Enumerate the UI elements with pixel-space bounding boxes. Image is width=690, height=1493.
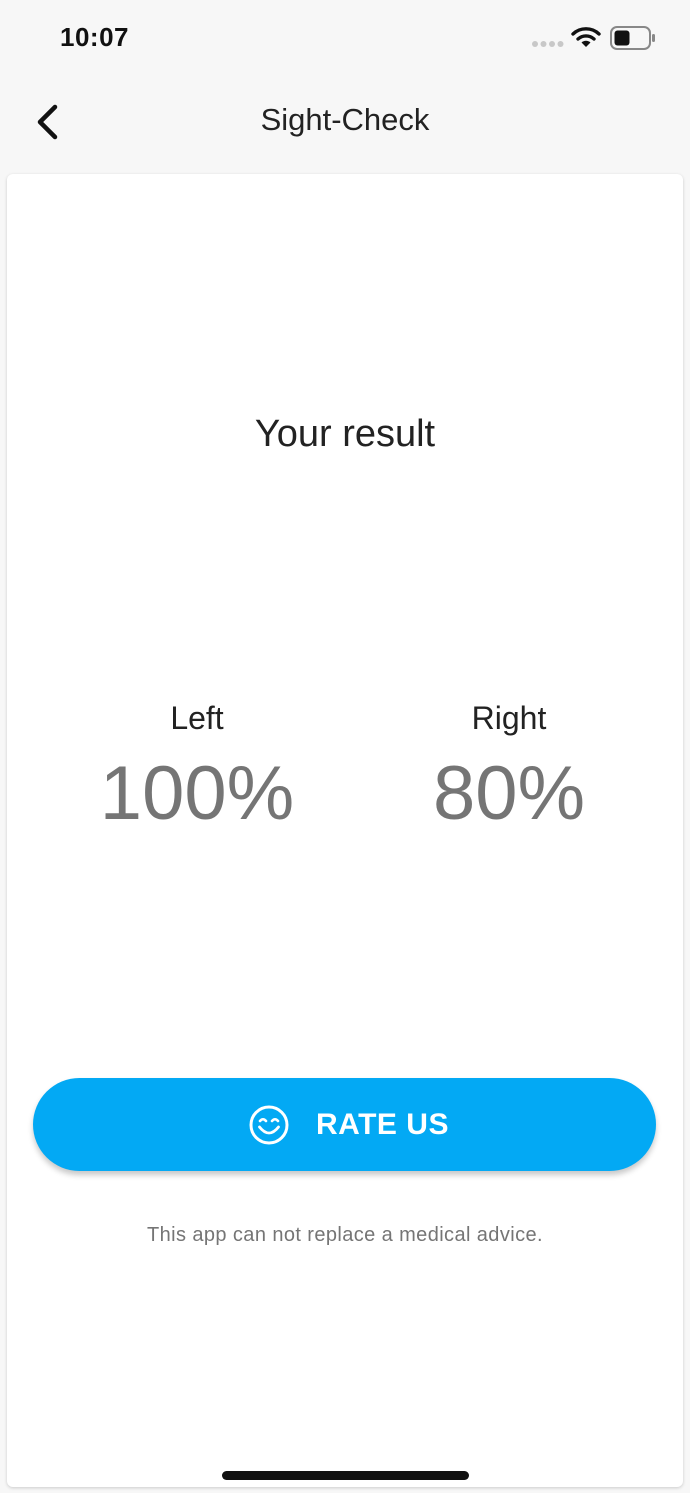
rate-us-label: RATE US [316, 1108, 449, 1141]
right-eye-result: Right 80% [359, 696, 659, 834]
home-indicator[interactable] [222, 1471, 469, 1480]
right-eye-label: Right [471, 700, 547, 736]
signal-icon [532, 41, 564, 47]
status-time: 10:07 [60, 22, 129, 52]
result-card: Your result Left 100% Right 80% RATE US … [7, 174, 683, 1487]
wifi-icon [571, 27, 601, 47]
disclaimer-text: This app can not replace a medical advic… [147, 1224, 543, 1246]
status-bar: 10:07 [0, 0, 690, 80]
battery-icon [610, 26, 655, 50]
left-eye-label: Left [170, 700, 224, 736]
rate-us-button[interactable]: RATE US [33, 1078, 656, 1171]
result-title: Your result [254, 413, 436, 455]
smile-icon [249, 1105, 289, 1145]
left-eye-value: 100% [99, 751, 295, 836]
page-title: Sight-Check [260, 102, 430, 137]
navigation-bar: Sight-Check [0, 80, 690, 168]
left-eye-result: Left 100% [47, 696, 347, 834]
right-eye-value: 80% [432, 751, 586, 836]
